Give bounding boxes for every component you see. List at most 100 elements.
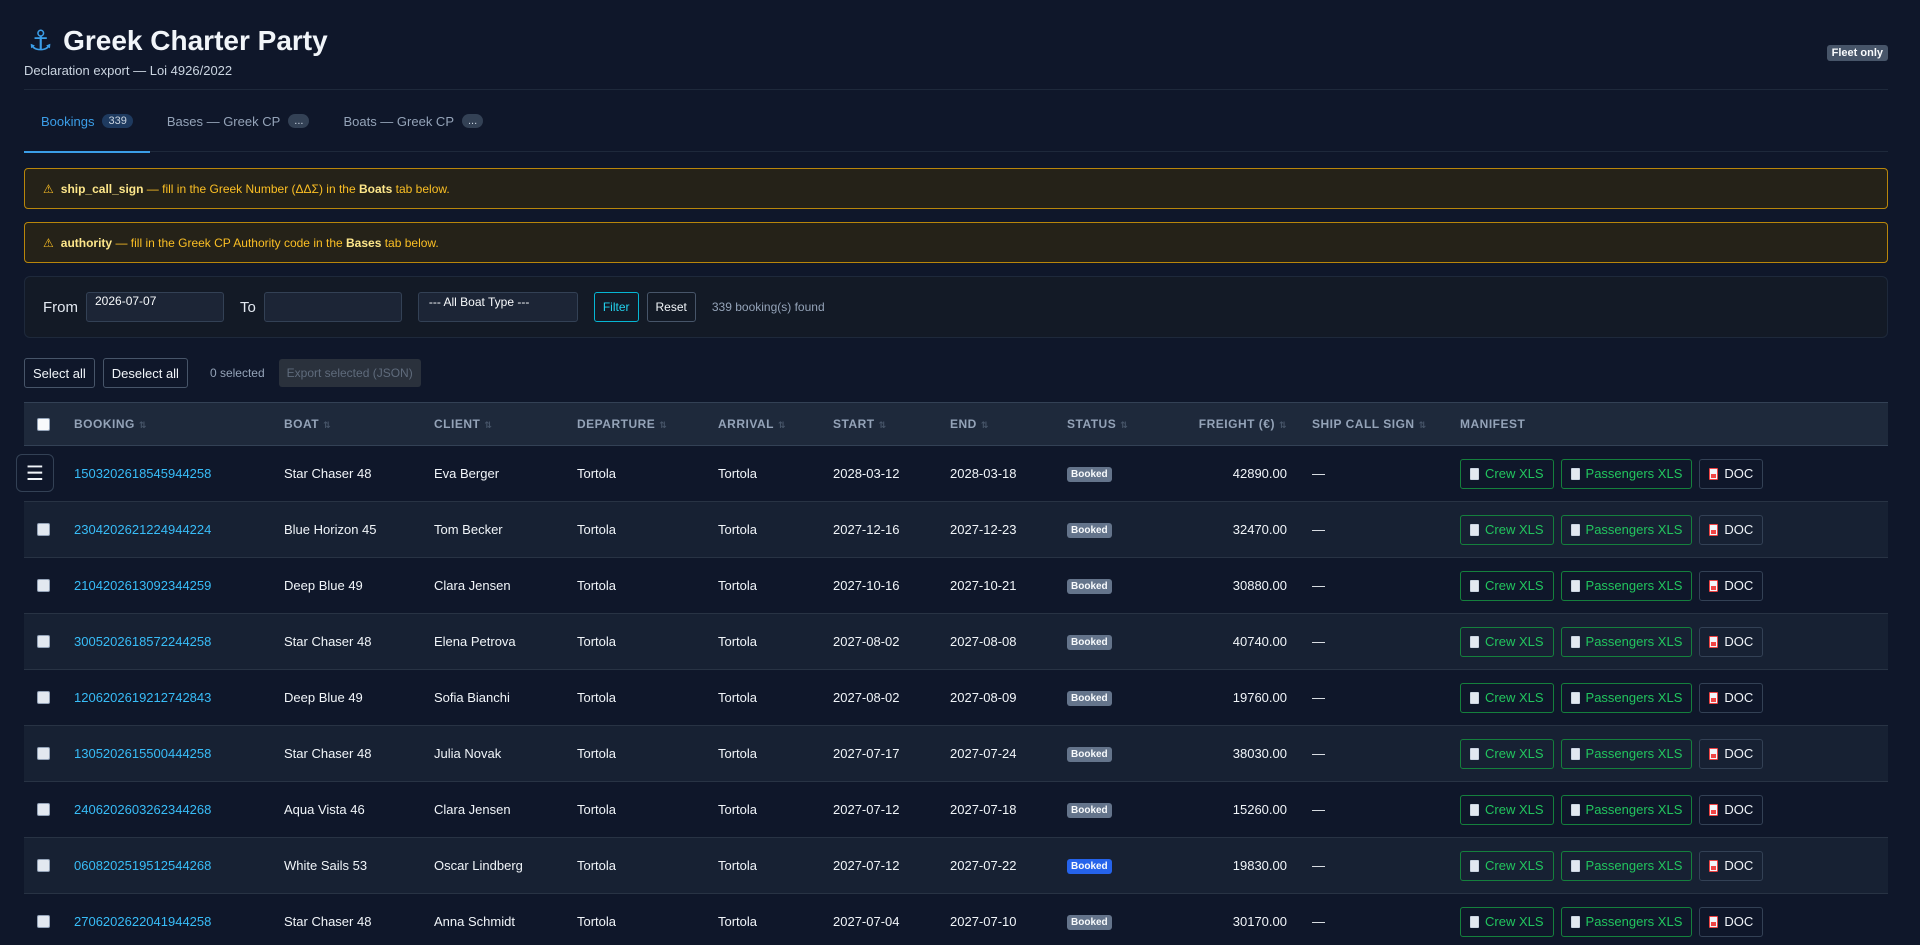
row-checkbox[interactable]	[37, 691, 50, 704]
row-checkbox[interactable]	[37, 803, 50, 816]
tab-bookings[interactable]: Bookings 339	[24, 90, 150, 153]
passengers-xls-button[interactable]: Passengers XLS	[1560, 738, 1693, 769]
row-checkbox[interactable]	[37, 579, 50, 592]
header-end[interactable]: END ⇅	[950, 417, 1067, 431]
doc-label: DOC	[1724, 690, 1754, 705]
file-icon	[1570, 747, 1580, 760]
doc-label: DOC	[1724, 466, 1754, 481]
crew-xls-button[interactable]: Crew XLS	[1460, 850, 1554, 881]
sort-icon: ⇅	[323, 420, 332, 430]
manifest-cell: Crew XLS Passengers XLS DOC	[1460, 570, 1860, 601]
header-start[interactable]: START ⇅	[833, 417, 950, 431]
menu-button[interactable]: ☰	[16, 454, 54, 492]
crew-xls-button[interactable]: Crew XLS	[1460, 458, 1554, 489]
table-row[interactable]: 2406202603262344268 Aqua Vista 46 Clara …	[24, 782, 1888, 838]
booking-link[interactable]: 3005202618572244258	[74, 634, 211, 649]
row-checkbox[interactable]	[37, 635, 50, 648]
booking-link[interactable]: 2406202603262344268	[74, 802, 211, 817]
booking-link[interactable]: 1206202619212742843	[74, 690, 211, 705]
boat-type-select[interactable]: --- All Boat Type ---	[417, 292, 578, 322]
row-checkbox[interactable]	[37, 859, 50, 872]
doc-label: DOC	[1724, 858, 1754, 873]
table-row[interactable]: 2706202622041944258 Star Chaser 48 Anna …	[24, 894, 1888, 945]
crew-xls-button[interactable]: Crew XLS	[1460, 514, 1554, 545]
table-row[interactable]: 1305202615500444258 Star Chaser 48 Julia…	[24, 726, 1888, 782]
tab-count: 339	[102, 114, 133, 128]
crew-xls-button[interactable]: Crew XLS	[1460, 906, 1554, 937]
doc-button[interactable]: DOC	[1699, 850, 1764, 881]
reset-button[interactable]: Reset	[646, 292, 696, 322]
crew-xls-button[interactable]: Crew XLS	[1460, 682, 1554, 713]
header-client[interactable]: CLIENT ⇅	[434, 417, 577, 431]
booking-link[interactable]: 1305202615500444258	[74, 746, 211, 761]
booking-link[interactable]: 2706202622041944258	[74, 914, 211, 929]
header-ship-call-sign[interactable]: SHIP CALL SIGN ⇅	[1287, 417, 1460, 431]
tab-boats[interactable]: Boats — Greek CP ...	[326, 90, 500, 152]
file-icon	[1570, 803, 1580, 816]
doc-button[interactable]: DOC	[1699, 682, 1764, 713]
crew-xls-button[interactable]: Crew XLS	[1460, 570, 1554, 601]
table-row[interactable]: 1206202619212742843 Deep Blue 49 Sofia B…	[24, 670, 1888, 726]
row-checkbox[interactable]	[37, 747, 50, 760]
passengers-xls-button[interactable]: Passengers XLS	[1560, 906, 1693, 937]
select-all-checkbox[interactable]	[37, 417, 50, 431]
doc-button[interactable]: DOC	[1699, 794, 1764, 825]
booking-cell: 1503202618545944258	[74, 466, 284, 481]
row-checkbox-cell	[24, 915, 74, 928]
doc-button[interactable]: DOC	[1699, 738, 1764, 769]
doc-button[interactable]: DOC	[1699, 458, 1764, 489]
start-cell: 2027-07-17	[833, 746, 900, 761]
crew-xls-button[interactable]: Crew XLS	[1460, 738, 1554, 769]
header-booking[interactable]: BOOKING ⇅	[74, 417, 284, 431]
doc-button[interactable]: DOC	[1699, 906, 1764, 937]
passengers-xls-button[interactable]: Passengers XLS	[1560, 626, 1693, 657]
table-row[interactable]: 0608202519512544268 White Sails 53 Oscar…	[24, 838, 1888, 894]
row-checkbox[interactable]	[37, 915, 50, 928]
table-row[interactable]: 3005202618572244258 Star Chaser 48 Elena…	[24, 614, 1888, 670]
row-checkbox[interactable]	[37, 523, 50, 536]
passengers-xls-label: Passengers XLS	[1585, 746, 1683, 761]
file-icon	[1470, 635, 1479, 648]
arrival-cell: Tortola	[718, 914, 758, 929]
to-date-input[interactable]	[263, 292, 402, 322]
select-all-button[interactable]: Select all	[24, 358, 95, 388]
table-row[interactable]: 1503202618545944258 Star Chaser 48 Eva B…	[24, 446, 1888, 502]
filter-button[interactable]: Filter	[593, 292, 639, 322]
header-departure[interactable]: DEPARTURE ⇅	[577, 417, 718, 431]
file-icon	[1570, 915, 1580, 928]
file-icon	[1570, 579, 1580, 592]
header-arrival[interactable]: ARRIVAL ⇅	[718, 417, 833, 431]
passengers-xls-label: Passengers XLS	[1585, 690, 1683, 705]
header-freight[interactable]: FREIGHT (€) ⇅	[1162, 417, 1287, 431]
crew-xls-button[interactable]: Crew XLS	[1460, 626, 1554, 657]
table-row[interactable]: 2104202613092344259 Deep Blue 49 Clara J…	[24, 558, 1888, 614]
doc-button[interactable]: DOC	[1699, 626, 1764, 657]
header-boat[interactable]: BOAT ⇅	[284, 417, 434, 431]
status-badge: Booked	[1067, 523, 1112, 538]
doc-button[interactable]: DOC	[1699, 570, 1764, 601]
passengers-xls-button[interactable]: Passengers XLS	[1560, 570, 1693, 601]
sort-icon: ⇅	[878, 420, 887, 430]
crew-xls-button[interactable]: Crew XLS	[1460, 794, 1554, 825]
table-row[interactable]: 2304202621224944224 Blue Horizon 45 Tom …	[24, 502, 1888, 558]
from-date-input[interactable]: 2026-07-07	[86, 292, 224, 322]
booking-link[interactable]: 0608202519512544268	[74, 858, 211, 873]
sort-icon: ⇅	[659, 420, 668, 430]
passengers-xls-button[interactable]: Passengers XLS	[1560, 458, 1693, 489]
doc-button[interactable]: DOC	[1699, 514, 1764, 545]
freight-cell: 19760.00	[1232, 690, 1287, 705]
client-cell: Clara Jensen	[434, 578, 511, 593]
passengers-xls-button[interactable]: Passengers XLS	[1560, 850, 1693, 881]
start-cell: 2027-10-16	[833, 578, 900, 593]
header-status[interactable]: STATUS ⇅	[1067, 417, 1162, 431]
export-selected-button[interactable]: Export selected (JSON)	[278, 359, 421, 387]
passengers-xls-button[interactable]: Passengers XLS	[1560, 682, 1693, 713]
booking-link[interactable]: 2104202613092344259	[74, 578, 211, 593]
tab-bases[interactable]: Bases — Greek CP ...	[150, 90, 327, 152]
passengers-xls-button[interactable]: Passengers XLS	[1560, 514, 1693, 545]
passengers-xls-label: Passengers XLS	[1585, 522, 1683, 537]
deselect-all-button[interactable]: Deselect all	[102, 358, 188, 388]
booking-link[interactable]: 1503202618545944258	[74, 466, 211, 481]
booking-link[interactable]: 2304202621224944224	[74, 522, 211, 537]
passengers-xls-button[interactable]: Passengers XLS	[1560, 794, 1693, 825]
